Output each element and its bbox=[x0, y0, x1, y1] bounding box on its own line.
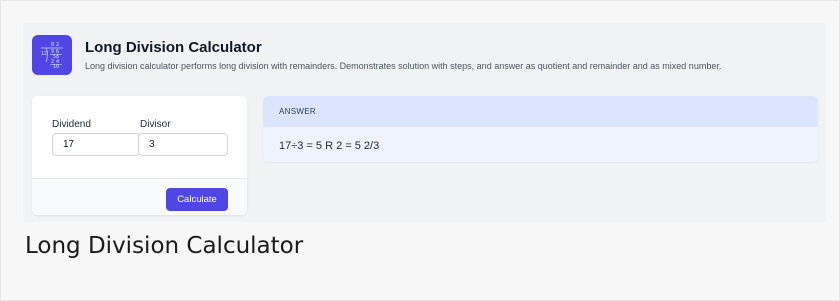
page: 12 8 2 9 6 5 8 2 4 1 0 Long Division Cal… bbox=[0, 0, 840, 301]
svg-text:2: 2 bbox=[56, 42, 59, 48]
svg-text:8: 8 bbox=[51, 42, 54, 48]
svg-text:0: 0 bbox=[56, 64, 59, 70]
app-description: Long division calculator performs long d… bbox=[85, 61, 722, 71]
dividend-label: Dividend bbox=[52, 119, 91, 130]
dividend-input[interactable] bbox=[52, 133, 140, 156]
answer-label: ANSWER bbox=[279, 107, 316, 116]
calculator-app: 12 8 2 9 6 5 8 2 4 1 0 Long Division Cal… bbox=[23, 23, 826, 222]
answer-header: ANSWER bbox=[263, 96, 818, 127]
long-division-icon: 12 8 2 9 6 5 8 2 4 1 0 bbox=[32, 35, 72, 75]
divisor-input[interactable] bbox=[138, 133, 228, 156]
svg-text:12: 12 bbox=[41, 51, 47, 57]
answer-result: 17÷3 = 5 R 2 = 5 2/3 bbox=[279, 140, 380, 152]
app-title: Long Division Calculator bbox=[85, 39, 262, 56]
input-card: Dividend Divisor Calculate bbox=[32, 96, 247, 215]
page-caption: Long Division Calculator bbox=[25, 233, 304, 259]
calculate-button[interactable]: Calculate bbox=[166, 188, 228, 211]
divisor-label: Divisor bbox=[140, 119, 171, 130]
answer-card: ANSWER 17÷3 = 5 R 2 = 5 2/3 bbox=[263, 96, 818, 162]
